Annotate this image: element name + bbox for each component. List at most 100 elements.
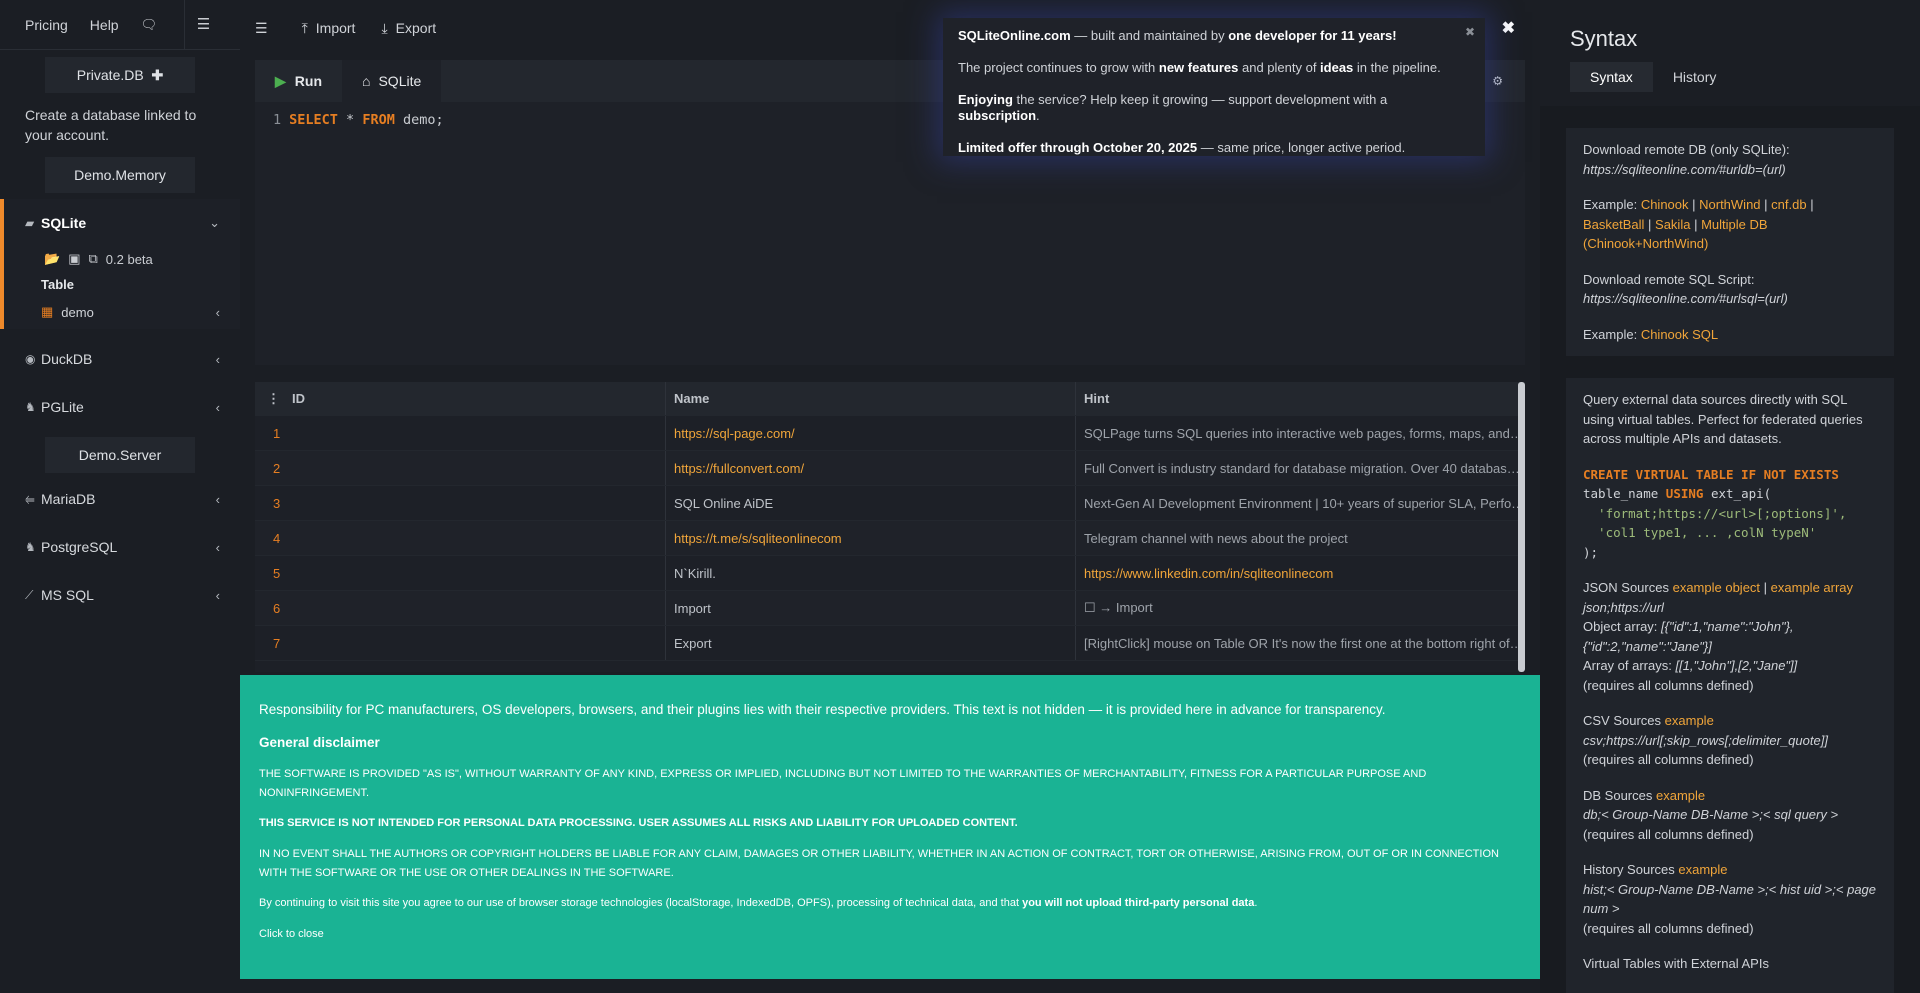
open-folder-icon[interactable]: 📂 [44,251,60,267]
cell-name: N`Kirill. [665,556,1075,590]
hist-label: History Sources [1583,862,1679,877]
create-db-text[interactable]: Create a database linked to your account… [0,93,240,157]
csv-sources: CSV Sources example csv;https://url[;skip… [1583,711,1877,770]
vt-intro: Query external data sources directly wit… [1583,392,1863,446]
remote-sql-example: Example: Chinook SQL [1583,325,1877,345]
line-number: 1 [273,112,282,128]
run-button[interactable]: ▶ Run [255,60,342,102]
database-icon[interactable]: ☰ [184,0,222,50]
disclaimer-p4-c: . [1254,897,1258,909]
table-row[interactable]: 4 https://t.me/s/sqliteonlinecom Telegram … [255,521,1525,556]
cell-name[interactable]: https://fullconvert.com/ [665,451,1075,485]
popup-line-1: SQLiteOnline.com — built and maintained … [958,28,1470,44]
add-icon[interactable]: ✚ [151,67,163,83]
table-row[interactable]: 1 https://sql-page.com/SQLPage turns SQL … [255,416,1525,451]
db-label: DB Sources [1583,787,1656,803]
popup-close-icon[interactable]: ✖ [1465,24,1475,40]
table-row[interactable]: 7 Export [RightClick] mouse on Table OR It… [255,626,1525,661]
cell-name[interactable]: https://sql-page.com/ [665,416,1075,450]
popup-line-4-a: Limited offer through October 20, 2025 [958,140,1198,155]
requires-note: (requires all columns defined) [1583,826,1754,842]
query-rest: demo; [394,112,444,128]
cell-hint-text: [RightClick] mouse on Table OR It's now … [1084,635,1525,651]
postgresql-label: PostgreSQL [41,539,118,555]
grid-scrollbar[interactable] [1518,382,1525,672]
disclaimer-banner[interactable]: Responsibility for PC manufacturers, OS … [240,675,1540,979]
example-chinook-sql-link[interactable]: Chinook SQL [1641,327,1718,342]
tab-syntax[interactable]: Syntax [1570,62,1653,92]
hist-example-link[interactable]: example [1678,862,1727,877]
array-array-value: [[1,"John"],[2,"Jane"]] [1675,658,1798,673]
column-menu-icon[interactable]: ⋮ [267,391,280,407]
sidebar-item-postgresql[interactable]: ♞ PostgreSQL ‹ [0,523,240,571]
duckdb-label: DuckDB [41,351,93,367]
cell-name: SQL Online AiDE [665,486,1075,520]
close-icon[interactable]: ✖ [1502,18,1515,38]
duckdb-icon: ◉ [25,352,36,366]
example-sakila-link[interactable]: Sakila [1655,217,1690,232]
column-header-name[interactable]: Name [665,382,1075,415]
export-button[interactable]: ⤓ Export [381,20,436,37]
chat-icon[interactable]: 🗨 [141,17,158,33]
sidebar-item-duckdb[interactable]: ◉ DuckDB ‹ [0,335,240,383]
sidebar-item-mssql[interactable]: ⟋ MS SQL ‹ [0,571,240,619]
tab-history[interactable]: History [1653,62,1737,92]
popup-subscription-link[interactable]: subscription [958,108,1036,123]
save-icon[interactable]: ▣ [68,251,80,267]
example-cnf-link[interactable]: cnf.db [1771,197,1806,212]
menu-button[interactable]: ☰ [255,20,276,37]
requires-note: (requires all columns defined) [1583,677,1754,693]
popup-brand: SQLiteOnline.com [958,28,1071,43]
csv-example-link[interactable]: example [1665,713,1714,728]
tab-sqlite[interactable]: ⌂ SQLite [342,60,442,102]
export-label: Export [395,20,437,36]
private-db-title[interactable]: Private.DB ✚ [45,57,195,93]
disclaimer-lead: Responsibility for PC manufacturers, OS … [259,702,1386,717]
vt-code-l5: ); [1583,544,1599,560]
sqlite-tools: 📂 ▣ ⧉ 0.2 beta [4,247,240,271]
cell-hint: [RightClick] mouse on Table OR It's now … [1075,626,1525,660]
popup-line-2: The project continues to grow with new f… [958,60,1470,76]
column-header-id[interactable]: ⋮ ID [255,391,665,407]
example-basketball-link[interactable]: BasketBall [1583,217,1644,232]
cell-hint: Full Convert is industry standard for da… [1075,451,1525,485]
column-header-hint[interactable]: Hint [1075,382,1525,415]
cell-id: 2 [273,460,281,476]
help-link[interactable]: Help [90,17,119,33]
click-to-close[interactable]: Click to close [259,925,1521,944]
keyword-from: FROM [362,112,395,128]
csv-format: csv;https://url[;skip_rows[;delimiter_qu… [1583,732,1828,748]
table-item-demo[interactable]: ▦ demo ‹ [4,299,240,329]
sidebar-item-sqlite[interactable]: ▰ SQLite ⌄ [4,199,240,247]
json-example-array-link[interactable]: example array [1771,580,1853,595]
gear-icon[interactable]: ⚙ [1492,74,1503,88]
cell-id: 7 [273,635,281,651]
disclaimer-heading: General disclaimer [259,735,380,750]
db-example-link[interactable]: example [1656,788,1705,803]
query-star: * [337,112,363,128]
disclaimer-p1: THE SOFTWARE IS PROVIDED "AS IS", WITHOU… [259,768,1427,799]
db-format: db;< Group-Name DB-Name >;< sql query > [1583,807,1839,822]
sidebar-item-mariadb[interactable]: ⥢ MariaDB ‹ [0,475,240,523]
sidebar-item-pglite[interactable]: ♞ PGLite ‹ [0,383,240,431]
cell-name[interactable]: https://t.me/s/sqliteonlinecom [665,521,1075,555]
import-button[interactable]: ⤒ Import [302,20,356,37]
example-chinook-link[interactable]: Chinook [1641,197,1689,212]
table-row[interactable]: 3 SQL Online AiDE Next-Gen AI Development … [255,486,1525,521]
seal-icon: ⥢ [25,491,35,506]
cell-name: Export [665,626,1075,660]
import-label: Import [315,20,356,36]
table-row[interactable]: 2 https://fullconvert.com/Full Convert is… [255,451,1525,486]
table-row[interactable]: 6 Import ☐ → Import [255,591,1525,626]
disclaimer-p4-a: By continuing to visit this site you agr… [259,897,1023,909]
pricing-link[interactable]: Pricing [25,17,68,33]
grid-header: ⋮ ID Name Hint [255,382,1525,416]
example-northwind-link[interactable]: NorthWind [1699,197,1760,212]
cell-hint[interactable]: https://www.linkedin.com/in/sqliteonline… [1075,556,1525,590]
panel-tabs: Syntax History [1570,62,1920,92]
table-row[interactable]: 5 N`Kirill. https://www.linkedin.com/in/sq… [255,556,1525,591]
json-example-object-link[interactable]: example object [1673,580,1760,595]
support-popup: ✖ SQLiteOnline.com — built and maintaine… [943,18,1485,156]
tree-icon[interactable]: ⧉ [88,251,97,267]
disclaimer-p3: IN NO EVENT SHALL THE AUTHORS OR COPYRIG… [259,848,1499,879]
